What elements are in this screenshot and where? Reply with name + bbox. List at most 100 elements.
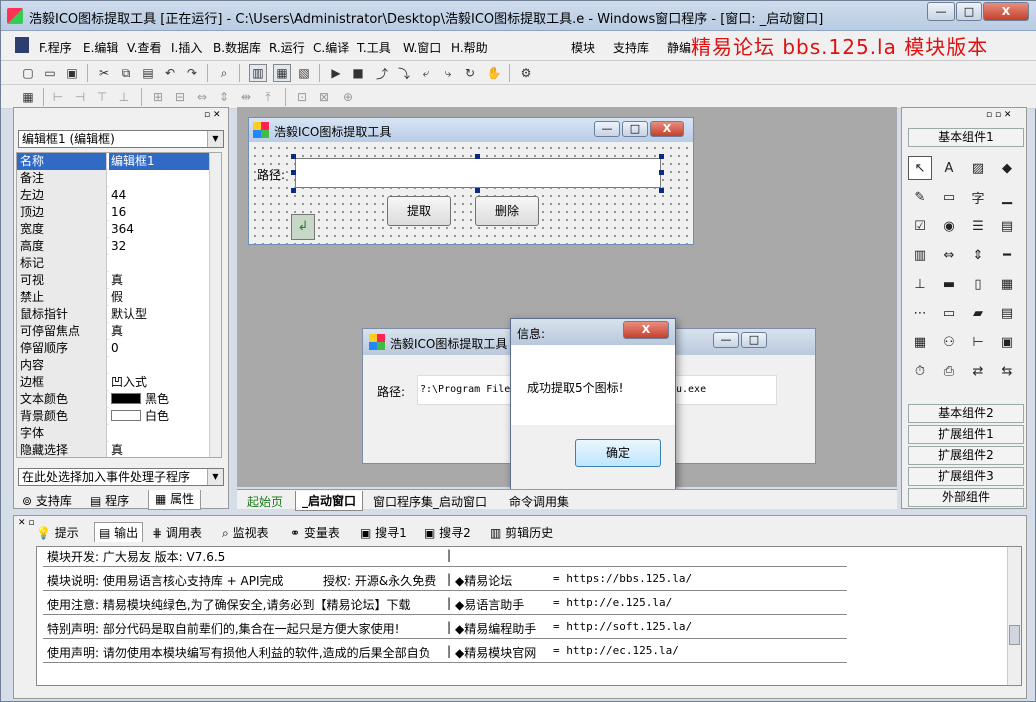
tab-search-2[interactable]: ▣ 搜寻2 (424, 524, 471, 541)
selection-handle[interactable] (291, 154, 296, 159)
property-value[interactable] (109, 357, 221, 374)
folder-icon[interactable]: ▰ (966, 301, 990, 325)
center-form-v-icon[interactable]: ⊠ (315, 88, 333, 106)
property-row[interactable]: 名称 编辑框1 (17, 153, 221, 170)
selection-handle[interactable] (291, 188, 296, 193)
group-ext-1[interactable]: 扩展组件1 (908, 425, 1024, 444)
menu-module[interactable]: 模块 (571, 39, 595, 56)
same-width-icon[interactable]: ⇔ (193, 88, 211, 106)
breakpoint-icon[interactable]: ⤷ (439, 64, 457, 82)
property-row[interactable]: 标记 (17, 255, 221, 272)
close-button[interactable]: X (983, 2, 1029, 21)
combobox-icon[interactable]: ▤ (995, 214, 1019, 238)
find-icon[interactable]: ⌕ (215, 64, 233, 82)
undo-icon[interactable]: ↶ (161, 64, 179, 82)
minimize-button[interactable]: — (927, 2, 955, 21)
menu-edit[interactable]: E.编辑 (83, 39, 118, 56)
property-row[interactable]: 鼠标指针 默认型 (17, 306, 221, 323)
align-bottom-icon[interactable]: ⊥ (115, 88, 133, 106)
hscroll-icon[interactable]: ⇔ (937, 243, 961, 267)
runtime-min-button[interactable]: — (713, 332, 739, 348)
scrollbar-thumb[interactable] (1009, 625, 1020, 645)
menu-tools[interactable]: T.工具 (357, 39, 391, 56)
step-out-icon[interactable]: ⤶ (417, 64, 435, 82)
property-value[interactable]: 真 (109, 272, 221, 289)
same-height-icon[interactable]: ⇕ (215, 88, 233, 106)
menu-program[interactable]: F.程序 (39, 39, 72, 56)
tab-search-1[interactable]: ▣ 搜寻1 (360, 524, 407, 541)
layout3-icon[interactable]: ▧ (295, 64, 313, 82)
align-left-icon[interactable]: ⊢ (49, 88, 67, 106)
watch-icon[interactable]: ↻ (461, 64, 479, 82)
calendar-icon[interactable]: ▣ (995, 330, 1019, 354)
edit-icon[interactable]: ✎ (908, 185, 932, 209)
panel-icon[interactable]: ▭ (937, 301, 961, 325)
copy-icon[interactable]: ⧉ (117, 64, 135, 82)
checkbox-icon[interactable]: ☑ (908, 214, 932, 238)
property-row[interactable]: 禁止假 (17, 289, 221, 306)
menu-support-lib[interactable]: 支持库 (613, 39, 649, 56)
property-row[interactable]: 背景颜色 白色 (17, 408, 221, 425)
vscroll-icon[interactable]: ⇕ (966, 243, 990, 267)
design-max-button[interactable]: □ (622, 121, 648, 137)
event-selector[interactable]: 在此处选择加入事件处理子程序 ▼ (18, 468, 224, 486)
menu-static[interactable]: 静编 (667, 39, 691, 56)
design-picture-icon[interactable]: ↲ (291, 214, 315, 240)
progress-icon[interactable]: ▬ (937, 272, 961, 296)
property-value[interactable]: 0 (109, 340, 221, 357)
panel-controls[interactable]: ▫ ✕ (204, 110, 221, 120)
divider-icon[interactable]: ━ (995, 243, 1019, 267)
picture-icon[interactable]: ▨ (966, 156, 990, 180)
dialog-ok-button[interactable]: 确定 (575, 439, 661, 467)
center-h-icon[interactable]: ⊞ (149, 88, 167, 106)
align-right-icon[interactable]: ⊣ (71, 88, 89, 106)
property-row[interactable]: 字体 (17, 425, 221, 442)
menu-help[interactable]: H.帮助 (451, 39, 488, 56)
property-row[interactable]: 隐藏选择真 (17, 442, 221, 457)
property-value[interactable]: 364 (109, 221, 221, 238)
menu-compile[interactable]: C.编译 (313, 39, 349, 56)
tab-watch[interactable]: ⌕ 监视表 (222, 524, 269, 541)
grid-icon[interactable]: ⋯ (908, 301, 932, 325)
property-row[interactable]: 内容 (17, 357, 221, 374)
group-basic-2[interactable]: 基本组件2 (908, 404, 1024, 423)
timer-icon[interactable]: ⏱ (908, 359, 932, 383)
group-ext-3[interactable]: 扩展组件3 (908, 467, 1024, 486)
center-form-h-icon[interactable]: ⊡ (293, 88, 311, 106)
paste-icon[interactable]: ▤ (139, 64, 157, 82)
design-close-button[interactable]: X (650, 121, 684, 137)
design-canvas[interactable]: 浩毅ICO图标提取工具 — □ X 路径: 提取 删除 ↲ 浩毅ICO图标提取工… (237, 107, 897, 490)
property-value[interactable]: 假 (109, 289, 221, 306)
property-value[interactable]: 真 (109, 442, 221, 457)
design-delete-button[interactable]: 删除 (475, 196, 539, 226)
cut-icon[interactable]: ✂ (95, 64, 113, 82)
tab-output[interactable]: ▤ 输出 (94, 522, 144, 542)
line-icon[interactable]: ▁ (995, 185, 1019, 209)
network-icon[interactable]: ⚇ (937, 330, 961, 354)
debug-icon[interactable]: ⚙ (517, 64, 535, 82)
char-icon[interactable]: 字 (966, 185, 990, 209)
property-value[interactable]: 44 (109, 187, 221, 204)
selection-handle[interactable] (475, 154, 480, 159)
open-icon[interactable]: ▭ (41, 64, 59, 82)
output-text[interactable]: 使用声明: 请勿使用本模块编写有损他人利益的软件,造成的后果全部自负 | ◆精易模块… (36, 546, 1022, 686)
redo-icon[interactable]: ↷ (183, 64, 201, 82)
step-into-icon[interactable]: ⤵ (395, 64, 413, 82)
selection-handle[interactable] (291, 170, 296, 175)
property-row[interactable]: 可视真 (17, 272, 221, 289)
layout2-icon[interactable]: ▦ (273, 64, 291, 82)
tab-startup-window[interactable]: _启动窗口 (295, 491, 364, 511)
property-row[interactable]: 高度 32 (17, 238, 221, 255)
property-row[interactable]: 停留顺序 0 (17, 340, 221, 357)
list-icon[interactable]: ▥ (908, 243, 932, 267)
align-grid-icon[interactable]: ▦ (19, 88, 37, 106)
step-icon[interactable]: ⤴ (373, 64, 391, 82)
radio-icon[interactable]: ◉ (937, 214, 961, 238)
listbox-icon[interactable]: ☰ (966, 214, 990, 238)
design-form[interactable]: 浩毅ICO图标提取工具 — □ X 路径: 提取 删除 ↲ (248, 117, 694, 245)
design-min-button[interactable]: — (594, 121, 620, 137)
menu-view[interactable]: V.查看 (127, 39, 161, 56)
tab-variables[interactable]: ⚭ 变量表 (290, 524, 340, 541)
shape-icon[interactable]: ◆ (995, 156, 1019, 180)
selection-handle[interactable] (659, 188, 664, 193)
